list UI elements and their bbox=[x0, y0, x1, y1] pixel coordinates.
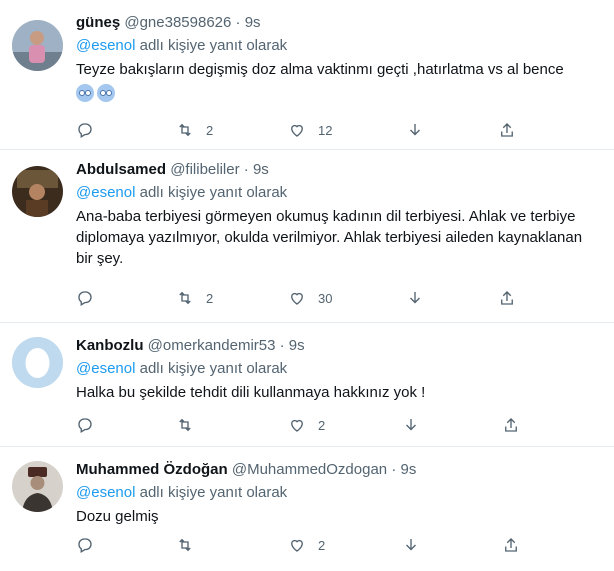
reply-button[interactable] bbox=[76, 536, 94, 554]
mention-link[interactable]: @esenol bbox=[76, 360, 135, 377]
mention-link[interactable]: @esenol bbox=[76, 37, 135, 54]
retweet-button[interactable] bbox=[176, 416, 194, 434]
like-count: 30 bbox=[318, 290, 333, 306]
share-icon bbox=[501, 123, 513, 137]
tweet-actions: 2 30 bbox=[76, 289, 602, 311]
share-icon bbox=[501, 291, 513, 305]
author-handle[interactable]: @MuhammedOzdogan bbox=[232, 461, 387, 478]
reply-label: adlı kişiye yanıt olarak bbox=[139, 484, 288, 501]
avatar[interactable] bbox=[12, 20, 63, 71]
tweet-text: Ana-baba terbiyesi görmeyen okumuş kadın… bbox=[76, 208, 583, 267]
retweet-button[interactable]: 2 bbox=[176, 121, 213, 139]
avatar[interactable] bbox=[12, 461, 63, 512]
heart-icon bbox=[291, 419, 303, 432]
separator-dot: · bbox=[279, 337, 285, 354]
tweet-card[interactable]: Kanbozlu @omerkandemir53 · 9s @esenol ad… bbox=[0, 323, 614, 447]
tweet-card[interactable]: Muhammed Özdoğan @MuhammedOzdogan · 9s @… bbox=[0, 447, 614, 571]
tweet-text: Halka bu şekilde tehdit dili kullanmaya … bbox=[76, 384, 426, 401]
heart-icon bbox=[291, 539, 303, 552]
separator-dot: · bbox=[243, 161, 249, 178]
heart-icon bbox=[291, 292, 303, 305]
arrow-down-icon bbox=[406, 419, 416, 431]
arrow-down-icon bbox=[406, 539, 416, 551]
reply-icon bbox=[78, 291, 92, 306]
face-emoji-icon bbox=[97, 84, 115, 103]
like-button[interactable]: 2 bbox=[288, 416, 325, 434]
retweet-icon bbox=[179, 123, 191, 137]
timestamp[interactable]: 9s bbox=[401, 461, 417, 478]
download-button[interactable] bbox=[406, 289, 424, 307]
tweet-text: Teyze bakışların degişmiş doz alma vakti… bbox=[76, 59, 602, 103]
author-handle[interactable]: @gne38598626 bbox=[124, 14, 231, 31]
mention-link[interactable]: @esenol bbox=[76, 484, 135, 501]
tweet-header: Kanbozlu @omerkandemir53 · 9s bbox=[76, 337, 602, 355]
reply-button[interactable] bbox=[76, 289, 94, 307]
reply-label: adlı kişiye yanıt olarak bbox=[139, 184, 288, 201]
face-emoji-icon bbox=[76, 84, 94, 103]
tweet-text: Dozu gelmiş bbox=[76, 508, 159, 525]
tweet-header: Abdulsamed @filibeliler · 9s bbox=[76, 161, 602, 179]
like-count: 2 bbox=[318, 417, 326, 433]
retweet-count: 2 bbox=[206, 290, 214, 306]
retweet-button[interactable]: 2 bbox=[176, 289, 213, 307]
tweet-header: güneş @gne38598626 · 9s bbox=[76, 14, 602, 32]
retweet-count: 2 bbox=[206, 122, 214, 138]
reply-context: @esenol adlı kişiye yanıt olarak bbox=[76, 183, 602, 202]
heart-icon bbox=[291, 124, 303, 137]
arrow-down-icon bbox=[410, 292, 420, 304]
author-name[interactable]: güneş bbox=[76, 14, 120, 31]
tweet-text-body: Teyze bakışların degişmiş doz alma vakti… bbox=[76, 61, 564, 78]
reply-icon bbox=[78, 123, 92, 138]
download-button[interactable] bbox=[402, 416, 420, 434]
share-button[interactable] bbox=[498, 121, 516, 139]
separator-dot: · bbox=[391, 461, 397, 478]
retweet-icon bbox=[179, 538, 191, 552]
retweet-icon bbox=[179, 291, 191, 305]
tweet-actions: 2 bbox=[76, 416, 602, 438]
separator-dot: · bbox=[235, 14, 241, 31]
reply-icon bbox=[78, 538, 92, 553]
author-name[interactable]: Muhammed Özdoğan bbox=[76, 461, 228, 478]
avatar[interactable] bbox=[12, 166, 63, 217]
author-handle[interactable]: @filibeliler bbox=[170, 161, 239, 178]
timestamp[interactable]: 9s bbox=[253, 161, 269, 178]
share-button[interactable] bbox=[502, 536, 520, 554]
reply-button[interactable] bbox=[76, 121, 94, 139]
tweet-actions: 2 bbox=[76, 536, 602, 558]
reply-context: @esenol adlı kişiye yanıt olarak bbox=[76, 483, 602, 502]
like-button[interactable]: 12 bbox=[288, 121, 332, 139]
author-handle[interactable]: @omerkandemir53 bbox=[148, 337, 276, 354]
like-count: 2 bbox=[318, 537, 326, 553]
author-name[interactable]: Kanbozlu bbox=[76, 337, 144, 354]
download-button[interactable] bbox=[402, 536, 420, 554]
reply-button[interactable] bbox=[76, 416, 94, 434]
retweet-button[interactable] bbox=[176, 536, 194, 554]
share-icon bbox=[505, 418, 517, 432]
tweet-header: Muhammed Özdoğan @MuhammedOzdogan · 9s bbox=[76, 461, 602, 479]
share-button[interactable] bbox=[502, 416, 520, 434]
tweet-actions: 2 12 bbox=[76, 121, 602, 143]
reply-label: adlı kişiye yanıt olarak bbox=[139, 360, 288, 377]
tweet-card[interactable]: Abdulsamed @filibeliler · 9s @esenol adl… bbox=[0, 150, 614, 323]
reply-label: adlı kişiye yanıt olarak bbox=[139, 37, 288, 54]
like-count: 12 bbox=[318, 122, 333, 138]
reply-icon bbox=[78, 418, 92, 433]
retweet-icon bbox=[179, 418, 191, 432]
like-button[interactable]: 2 bbox=[288, 536, 325, 554]
download-button[interactable] bbox=[406, 121, 424, 139]
reply-context: @esenol adlı kişiye yanıt olarak bbox=[76, 36, 602, 55]
timestamp[interactable]: 9s bbox=[245, 14, 261, 31]
arrow-down-icon bbox=[410, 124, 420, 136]
share-button[interactable] bbox=[498, 289, 516, 307]
tweet-card[interactable]: güneş @gne38598626 · 9s @esenol adlı kiş… bbox=[0, 0, 614, 150]
share-icon bbox=[505, 538, 517, 552]
author-name[interactable]: Abdulsamed bbox=[76, 161, 166, 178]
timestamp[interactable]: 9s bbox=[289, 337, 305, 354]
reply-context: @esenol adlı kişiye yanıt olarak bbox=[76, 359, 602, 378]
mention-link[interactable]: @esenol bbox=[76, 184, 135, 201]
avatar[interactable] bbox=[12, 337, 63, 388]
like-button[interactable]: 30 bbox=[288, 289, 332, 307]
